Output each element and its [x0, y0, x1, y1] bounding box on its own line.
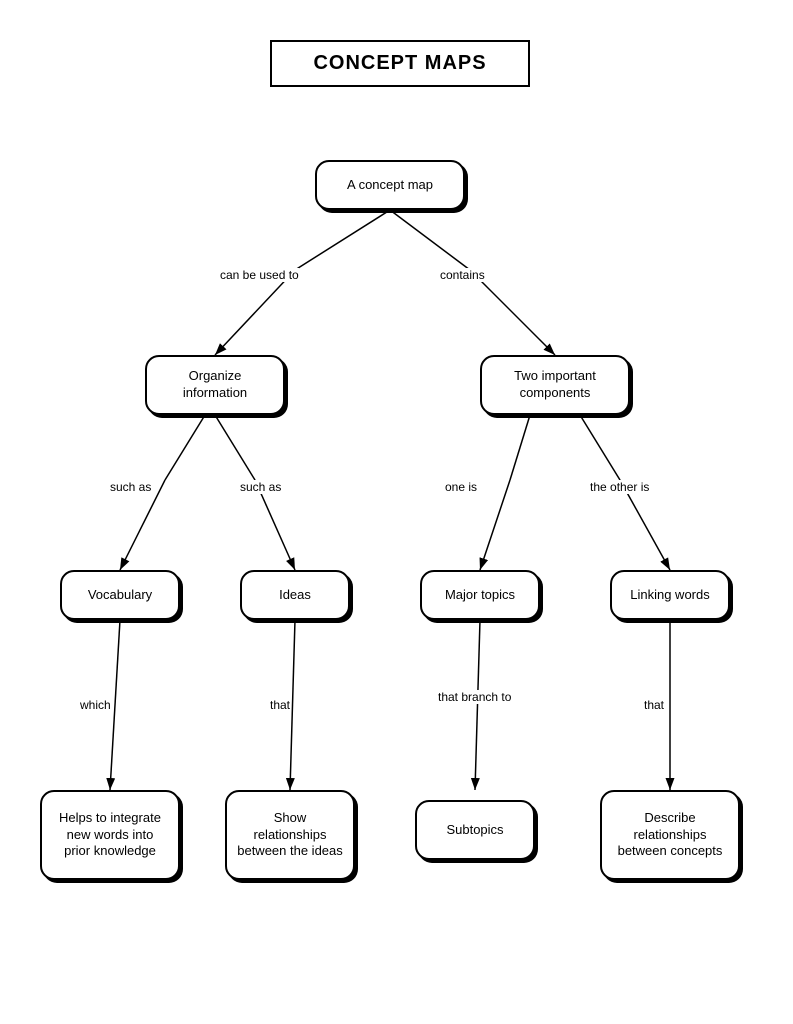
node-two-components: Two important components — [480, 355, 630, 415]
link-can-be-used-to: can be used to — [220, 268, 299, 282]
node-vocabulary: Vocabulary — [60, 570, 180, 620]
node-show-relationships: Show relationships between the ideas — [225, 790, 355, 880]
node-organize: Organize information — [145, 355, 285, 415]
node-describe-relationships: Describe relationships between concepts — [600, 790, 740, 880]
link-other-is: the other is — [590, 480, 649, 494]
link-that-linking: that — [644, 698, 664, 712]
node-subtopics: Subtopics — [415, 800, 535, 860]
link-that-branch: that branch to — [438, 690, 511, 704]
link-which: which — [80, 698, 111, 712]
title-box: CONCEPT MAPS — [270, 40, 530, 87]
title-text: CONCEPT MAPS — [313, 52, 486, 74]
concept-map: CONCEPT MAPS — [0, 0, 793, 1024]
node-linking-words: Linking words — [610, 570, 730, 620]
node-major-topics: Major topics — [420, 570, 540, 620]
link-one-is: one is — [445, 480, 477, 494]
link-contains: contains — [440, 268, 485, 282]
node-ideas: Ideas — [240, 570, 350, 620]
node-helps-integrate: Helps to integrate new words into prior … — [40, 790, 180, 880]
link-such-as-2: such as — [240, 480, 281, 494]
node-concept-map: A concept map — [315, 160, 465, 210]
link-that-ideas: that — [270, 698, 290, 712]
link-such-as-1: such as — [110, 480, 151, 494]
